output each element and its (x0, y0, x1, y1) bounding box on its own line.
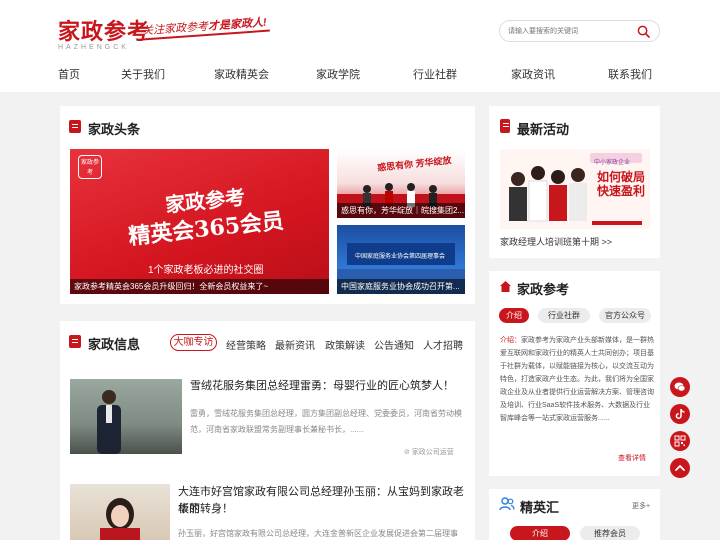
activity-img-tag: 中小家政企业 (594, 160, 631, 166)
tab-strategy[interactable]: 经营策略 (226, 337, 266, 352)
seal-badge: 家政参考 (78, 155, 102, 179)
reference-more-link[interactable]: 查看详情 (618, 453, 646, 463)
qrcode-button[interactable] (670, 431, 690, 451)
headlines-title: 家政头条 (88, 122, 141, 137)
nav-item-community[interactable]: 行业社群 (413, 66, 457, 82)
side-image-2-text: 中国家庭服务业协会第四届理事会 (355, 254, 446, 260)
activity-image[interactable]: 中小家政企业 如何破局 快速盈利 (500, 149, 650, 229)
news-desc-1-line1: 雷勇，雪绒花服务集团总经理，圆方集团副总经理、党委委员，河南省劳动模 (190, 409, 462, 418)
reference-intro: 介绍：家政参考为家政产业头部新媒体，是一群热爱互联网和家政行业的精英人士共同创办… (500, 337, 654, 422)
headline-side-caption-1[interactable]: 惑思有你，芳华绽放｜皖搜集团2... (337, 203, 465, 218)
main-image-line3: 1个家政老板必进的社交圈 (148, 265, 264, 276)
person-photo (97, 390, 121, 454)
tab-notice[interactable]: 公告通知 (374, 337, 414, 352)
elite-tab-members[interactable]: 推荐会员 (580, 526, 640, 540)
site-logo[interactable]: 家政参考 HAZHENGCK (58, 14, 150, 51)
headline-side-image-1[interactable]: 惑思有你 芳华绽放 惑思有你，芳华绽放｜皖搜集团2... (337, 149, 465, 218)
news-source-1: ⊘ 家政公司运营 (404, 449, 454, 456)
search-icon[interactable] (637, 25, 650, 38)
headline-main-caption[interactable]: 家政参考精英会365会员升级回归！全新会员权益来了~ (70, 279, 329, 294)
news-desc-1-line2: 范，河南省家政联盟常务副理事长兼秘书长，...... (190, 425, 364, 434)
douyin-icon (675, 408, 685, 420)
home-icon (500, 281, 511, 292)
main-nav: 首页 关于我们 家政精英会 家政学院 行业社群 家政资讯 联系我们 (0, 66, 720, 82)
elite-more-link[interactable]: 更多+ (632, 501, 650, 511)
activity-caption[interactable]: 家政经理人培训班第十期 >> (500, 235, 612, 248)
ref-tab-intro[interactable]: 介绍 (499, 308, 529, 323)
headline-side-caption-2[interactable]: 中国家庭服务业协会成功召开第... (337, 279, 465, 294)
back-to-top-icon (675, 465, 685, 471)
news-desc-2-line1: 孙玉丽，好宫馆家政有限公司总经理，大连金普新区企业发展促进会第二届理事 (178, 529, 458, 538)
tab-latest[interactable]: 最新资讯 (275, 337, 315, 352)
tab-interview[interactable]: 大咖专访 (170, 334, 217, 351)
info-title: 家政信息 (88, 337, 141, 352)
qrcode-icon (674, 435, 686, 447)
main-image-line2: 精英会365会员 (127, 207, 286, 251)
reference-title: 家政参考 (517, 282, 570, 297)
wechat-icon (674, 382, 686, 392)
news-title-1[interactable]: 雪绒花服务集团总经理雷勇：母婴行业的匠心筑梦人！ (190, 378, 470, 395)
nav-item-about[interactable]: 关于我们 (121, 66, 165, 82)
tab-recruit[interactable]: 人才招聘 (423, 337, 463, 352)
activity-title: 最新活动 (517, 122, 570, 137)
users-icon (499, 497, 515, 511)
news-thumb-2[interactable] (70, 484, 170, 540)
tab-policy[interactable]: 政策解读 (325, 337, 365, 352)
back-to-top-button[interactable] (670, 458, 690, 478)
elite-tab-intro[interactable]: 介绍 (510, 526, 570, 540)
search-box[interactable] (499, 20, 660, 42)
site-header: 家政参考 HAZHENGCK 关注家政参考才是家政人! 首页 关于我们 家政精英… (0, 0, 720, 92)
wechat-button[interactable] (670, 377, 690, 397)
activity-img-bar (592, 221, 642, 225)
elite-title: 精英汇 (520, 500, 560, 515)
info-icon (69, 335, 81, 348)
news-thumb-1[interactable] (70, 379, 182, 454)
nav-item-contact[interactable]: 联系我们 (608, 66, 652, 82)
headline-side-image-2[interactable]: 中国家庭服务业协会第四届理事会 中国家庭服务业协会成功召开第... (337, 225, 465, 294)
logo-text: 家政参考 (58, 19, 151, 45)
ref-tab-community[interactable]: 行业社群 (538, 308, 590, 323)
activity-icon (500, 119, 510, 133)
headline-main-image[interactable]: 家政参考 家政参考 精英会365会员 1个家政老板必进的社交圈 家政参考精英会3… (70, 149, 329, 294)
person-photo-2 (100, 498, 140, 540)
nav-item-home[interactable]: 首页 (58, 66, 80, 82)
activity-img-line2: 快速盈利 (597, 184, 646, 198)
nav-item-news[interactable]: 家政资讯 (511, 66, 555, 82)
ref-tab-official[interactable]: 官方公众号 (599, 308, 651, 323)
nav-item-academy[interactable]: 家政学院 (316, 66, 360, 82)
nav-item-elite[interactable]: 家政精英会 (214, 66, 269, 82)
news-title-2-line2[interactable]: 华丽转身！ (178, 501, 233, 518)
search-input[interactable] (508, 24, 632, 38)
headlines-icon (69, 120, 81, 133)
douyin-button[interactable] (670, 404, 690, 424)
